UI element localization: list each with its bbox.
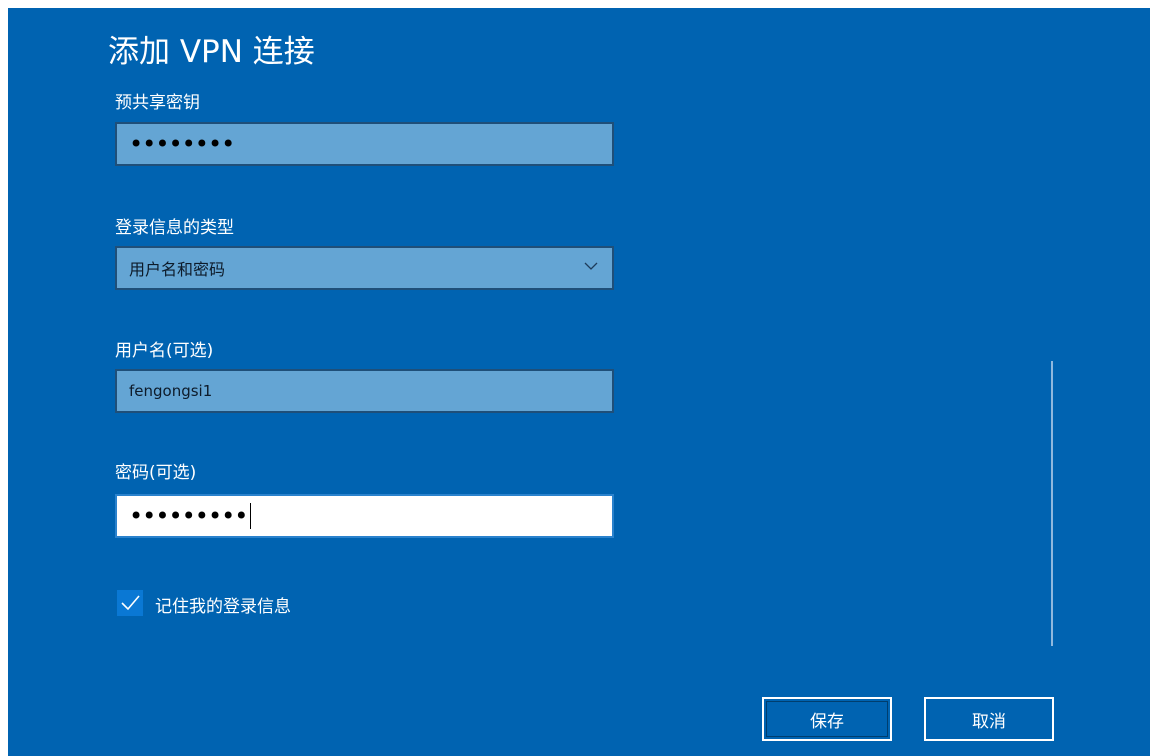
- username-field[interactable]: fengongsi1: [115, 369, 614, 413]
- username-value: fengongsi1: [129, 382, 213, 400]
- signin-type-selected: 用户名和密码: [129, 260, 226, 279]
- preshared-key-label: 预共享密钥: [115, 93, 200, 113]
- remember-label[interactable]: 记住我的登录信息: [155, 592, 291, 617]
- text-cursor: [250, 503, 252, 529]
- username-label: 用户名(可选): [115, 341, 214, 361]
- signin-type-dropdown[interactable]: 用户名和密码: [115, 246, 614, 290]
- dialog-title: 添加 VPN 连接: [108, 34, 315, 70]
- signin-type-label: 登录信息的类型: [115, 218, 234, 238]
- password-masked-value: •••••••••: [129, 502, 248, 530]
- checkmark-icon: [121, 595, 140, 611]
- password-field[interactable]: •••••••••: [115, 494, 614, 538]
- save-button[interactable]: 保存: [762, 697, 892, 741]
- password-label: 密码(可选): [115, 463, 197, 483]
- preshared-key-field[interactable]: ••••••••: [115, 122, 614, 166]
- cancel-button[interactable]: 取消: [924, 697, 1054, 741]
- scrollbar[interactable]: [1051, 361, 1053, 646]
- preshared-key-masked-value: ••••••••: [129, 130, 235, 158]
- chevron-down-icon: [584, 262, 598, 270]
- vpn-dialog: 添加 VPN 连接 预共享密钥 •••••••• 登录信息的类型 用户名和密码 …: [8, 8, 1150, 756]
- remember-checkbox[interactable]: [117, 590, 143, 616]
